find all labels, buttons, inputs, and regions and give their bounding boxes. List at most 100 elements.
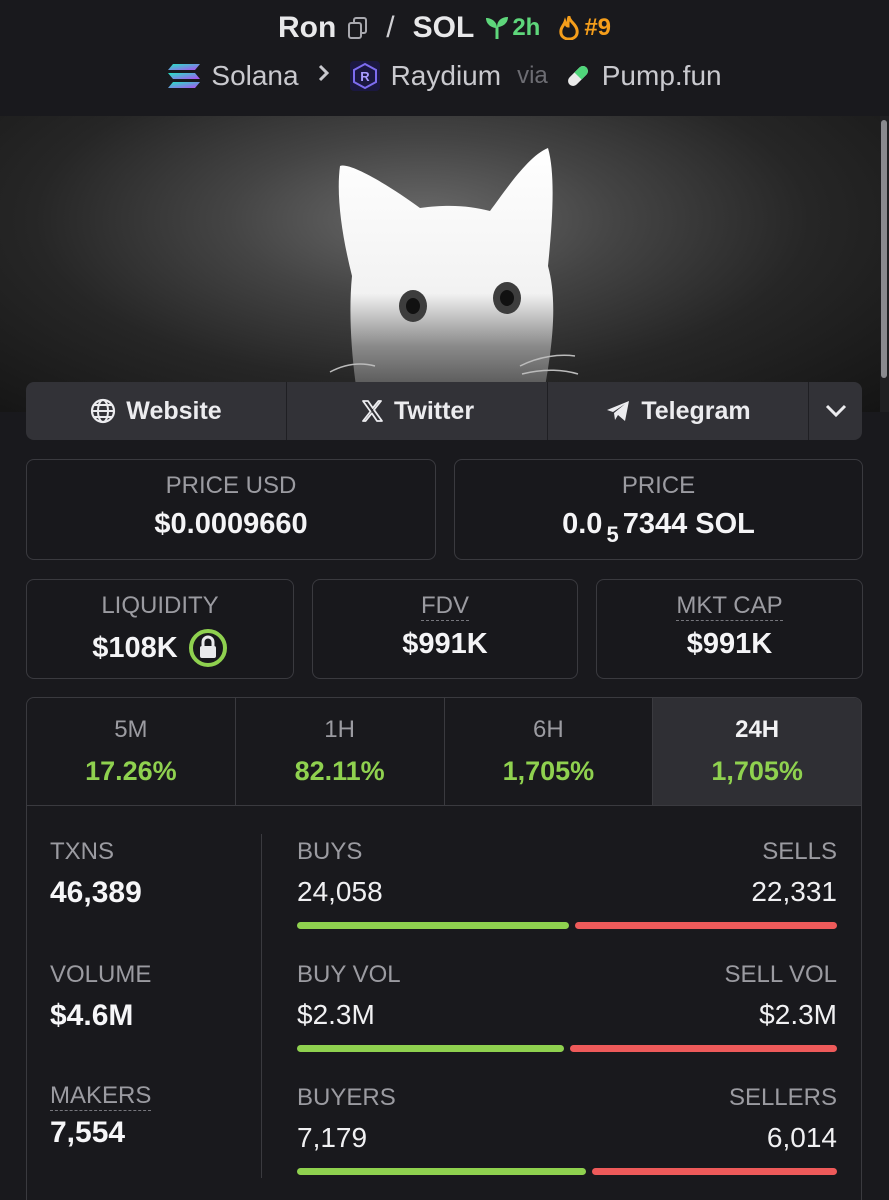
sells-label: SELLS bbox=[762, 838, 837, 865]
sells-value: 22,331 bbox=[751, 876, 837, 907]
breadcrumb: Solana R Raydium via Pump.fun bbox=[0, 56, 889, 96]
liquidity-label: LIQUIDITY bbox=[101, 592, 219, 619]
raydium-icon: R bbox=[349, 61, 380, 91]
tab-period: 6H bbox=[533, 716, 564, 743]
chain-link[interactable]: Solana bbox=[211, 60, 298, 92]
telegram-label: Telegram bbox=[641, 396, 751, 425]
tab-period: 5M bbox=[114, 716, 148, 743]
price-native-prefix: 0.0 bbox=[562, 508, 603, 540]
liquidity-card: LIQUIDITY $108K bbox=[26, 579, 294, 679]
tab-period: 1H bbox=[324, 716, 355, 743]
x-icon bbox=[362, 400, 383, 422]
twitter-button[interactable]: Twitter bbox=[287, 382, 548, 440]
txns-stat: TXNS 46,389 bbox=[50, 838, 142, 910]
buys-value: 24,058 bbox=[297, 876, 383, 907]
fdv-label[interactable]: FDV bbox=[421, 592, 469, 621]
buyers-sellers-row: BUYERS SELLERS 7,179 6,014 bbox=[297, 1084, 837, 1175]
txns-label: TXNS bbox=[50, 838, 115, 865]
makers-stat: MAKERS 7,554 bbox=[50, 1082, 152, 1150]
pair-separator: / bbox=[386, 11, 395, 44]
quote-symbol: SOL bbox=[412, 11, 475, 44]
tab-1h[interactable]: 1H 82.11% bbox=[236, 698, 445, 805]
timeframe-tabs: 5M 17.26% 1H 82.11% 6H 1,705% 24H 1,705% bbox=[26, 697, 862, 805]
buys-sells-row: BUYS SELLS 24,058 22,331 bbox=[297, 838, 837, 929]
flame-icon bbox=[559, 16, 579, 40]
via-text: via bbox=[517, 62, 548, 89]
volume-split-row: BUY VOL SELL VOL $2.3M $2.3M bbox=[297, 961, 837, 1052]
liquidity-value: $108K bbox=[92, 631, 178, 664]
market-cap-label[interactable]: MKT CAP bbox=[676, 592, 783, 621]
price-native-label: PRICE bbox=[621, 472, 696, 499]
tab-change: 82.11% bbox=[294, 756, 385, 786]
scrollbar-thumb[interactable] bbox=[881, 120, 887, 378]
token-banner-image bbox=[0, 116, 880, 412]
volume-stat: VOLUME $4.6M bbox=[50, 961, 151, 1033]
telegram-button[interactable]: Telegram bbox=[548, 382, 809, 440]
buys-bar bbox=[297, 922, 570, 929]
page-scrollbar[interactable] bbox=[880, 116, 889, 412]
pair-header: Ron / SOL 2h #9 Solana R Raydium via Pum… bbox=[0, 0, 889, 116]
txns-value: 46,389 bbox=[50, 876, 142, 909]
website-label: Website bbox=[126, 396, 222, 425]
buyers-sellers-bar bbox=[297, 1168, 837, 1175]
buys-sells-bar bbox=[297, 922, 837, 929]
sellers-bar bbox=[591, 1168, 837, 1175]
transaction-stats-panel: TXNS 46,389 VOLUME $4.6M MAKERS 7,554 BU… bbox=[26, 805, 862, 1200]
age-badge: 2h bbox=[484, 14, 540, 42]
buyers-value: 7,179 bbox=[297, 1122, 368, 1153]
pill-icon bbox=[567, 66, 588, 86]
solana-icon bbox=[168, 64, 201, 88]
makers-value: 7,554 bbox=[50, 1116, 126, 1149]
stats-divider bbox=[261, 834, 262, 1178]
market-cap-card: MKT CAP $991K bbox=[596, 579, 863, 679]
sell-vol-label: SELL VOL bbox=[724, 961, 837, 988]
sells-bar bbox=[575, 922, 837, 929]
sellers-value: 6,014 bbox=[766, 1122, 837, 1153]
tab-period: 24H bbox=[735, 716, 780, 743]
age-text: 2h bbox=[512, 14, 541, 41]
token-symbol: Ron bbox=[277, 11, 337, 44]
telegram-icon bbox=[607, 401, 630, 421]
buy-vol-value: $2.3M bbox=[297, 999, 375, 1030]
tab-24h[interactable]: 24H 1,705% bbox=[653, 698, 861, 805]
volume-label: VOLUME bbox=[50, 961, 152, 988]
price-native-rest: 7344 SOL bbox=[622, 508, 755, 540]
buys-label: BUYS bbox=[297, 838, 363, 865]
price-usd-value: $0.0009660 bbox=[154, 508, 308, 540]
tab-change: 1,705% bbox=[502, 756, 595, 786]
price-native-zero-count: 5 bbox=[606, 521, 619, 547]
website-button[interactable]: Website bbox=[26, 382, 287, 440]
price-native-card: PRICE 0.0 5 7344 SOL bbox=[454, 459, 863, 560]
sellers-label: SELLERS bbox=[728, 1084, 837, 1111]
tab-5m[interactable]: 5M 17.26% bbox=[27, 698, 236, 805]
market-cap-value: $991K bbox=[686, 628, 773, 660]
trending-rank-badge[interactable]: #9 bbox=[558, 14, 611, 42]
lock-icon[interactable] bbox=[188, 628, 228, 668]
volume-value: $4.6M bbox=[50, 999, 134, 1032]
fdv-card: FDV $991K bbox=[312, 579, 578, 679]
dex-link[interactable]: Raydium bbox=[391, 60, 501, 92]
buy-vol-label: BUY VOL bbox=[297, 961, 401, 988]
liquidity-value-row: $108K bbox=[27, 628, 293, 668]
buyers-bar bbox=[297, 1168, 586, 1175]
sell-vol-bar bbox=[570, 1045, 837, 1052]
price-usd-label: PRICE USD bbox=[165, 472, 297, 499]
price-native-value: 0.0 5 7344 SOL bbox=[455, 508, 862, 547]
twitter-label: Twitter bbox=[393, 396, 475, 425]
more-links-button[interactable] bbox=[809, 382, 862, 440]
seedling-icon bbox=[486, 17, 509, 39]
tab-change: 1,705% bbox=[711, 756, 803, 786]
svg-text:R: R bbox=[360, 69, 370, 84]
volume-split-bar bbox=[297, 1045, 837, 1052]
rank-text: #9 bbox=[584, 14, 612, 41]
buyers-label: BUYERS bbox=[297, 1084, 396, 1111]
launchpad-link[interactable]: Pump.fun bbox=[602, 60, 722, 92]
sell-vol-value: $2.3M bbox=[759, 999, 837, 1030]
buy-vol-bar bbox=[297, 1045, 564, 1052]
price-usd-card: PRICE USD $0.0009660 bbox=[26, 459, 436, 560]
social-links-bar: Website Twitter Telegram bbox=[26, 382, 862, 440]
tab-6h[interactable]: 6H 1,705% bbox=[445, 698, 654, 805]
chevron-down-icon bbox=[825, 404, 846, 418]
copy-icon[interactable] bbox=[348, 17, 368, 39]
makers-label[interactable]: MAKERS bbox=[50, 1082, 152, 1111]
